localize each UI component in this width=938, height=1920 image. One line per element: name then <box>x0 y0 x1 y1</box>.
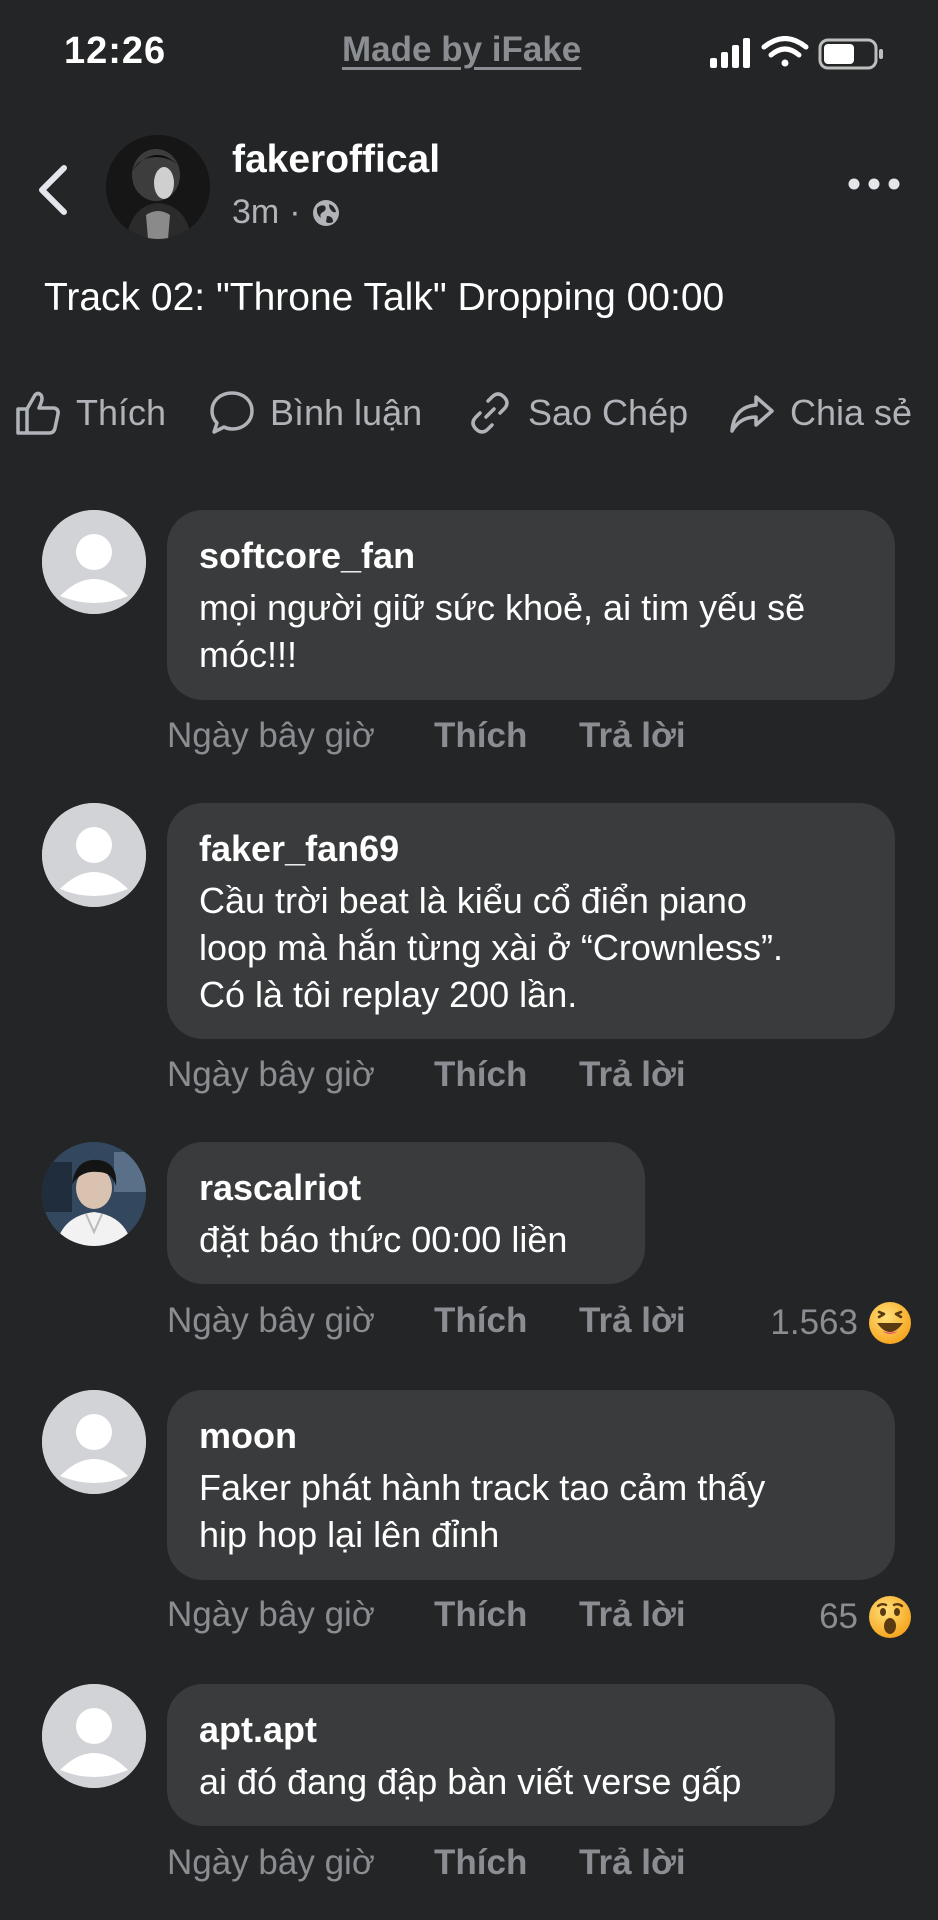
more-options-button[interactable] <box>846 172 902 196</box>
comment-line: đặt báo thức 00:00 liền <box>199 1219 568 1260</box>
comment-like-button[interactable]: Thích <box>434 716 527 756</box>
comment-line: Faker phát hành track tao cảm thấy <box>199 1467 766 1508</box>
user-photo <box>42 1142 146 1246</box>
comment-reply-button[interactable]: Trả lời <box>579 1595 686 1635</box>
share-button[interactable]: Chia sẻ <box>728 385 912 441</box>
comment-time: Ngày bây giờ <box>167 1301 375 1340</box>
comment-bubble[interactable]: rascalriot đặt báo thức 00:00 liền <box>167 1142 645 1284</box>
wow-emoji-icon <box>869 1596 911 1638</box>
comment-text: đặt báo thức 00:00 liền <box>199 1216 613 1263</box>
post-actions: Thích Bình luận Sao Chép Chia sẻ <box>14 385 938 441</box>
user-silhouette-icon <box>42 1390 146 1494</box>
status-center-text: Made by iFake <box>342 30 582 69</box>
default-avatar[interactable] <box>42 1684 146 1788</box>
thumbs-up-icon <box>16 391 60 435</box>
comment-reply-button[interactable]: Trả lời <box>579 716 686 756</box>
comment-label: Bình luận <box>270 392 423 433</box>
default-avatar[interactable] <box>42 1390 146 1494</box>
like-label: Thích <box>76 392 167 433</box>
chevron-left-icon <box>39 165 67 215</box>
comment-text: mọi người giữ sức khoẻ, ai tim yếu sẽ mó… <box>199 584 863 678</box>
comment-line: mọi người giữ sức khoẻ, ai tim yếu sẽ <box>199 587 806 628</box>
comment-line: Có là tôi replay 200 lần. <box>199 974 578 1015</box>
status-bar: 12:26 Made by iFake <box>0 0 938 100</box>
share-arrow-icon <box>730 395 774 433</box>
comment-reply-button[interactable]: Trả lời <box>579 1301 686 1341</box>
author-avatar[interactable] <box>106 135 210 239</box>
comment-bubble[interactable]: softcore_fan mọi người giữ sức khoẻ, ai … <box>167 510 895 700</box>
post-meta: 3m · <box>232 193 341 232</box>
post-text: Track 02: "Throne Talk" Dropping 00:00 <box>44 276 725 319</box>
comment-line: ai đó đang đập bàn viết verse gấp <box>199 1761 742 1802</box>
commenter-name[interactable]: faker_fan69 <box>199 827 863 871</box>
comment-line: móc!!! <box>199 634 298 675</box>
comment-like-button[interactable]: Thích <box>434 1301 527 1341</box>
comment-bubble[interactable]: faker_fan69 Cầu trời beat là kiểu cổ điể… <box>167 803 895 1039</box>
comment-reply-button[interactable]: Trả lời <box>579 1843 686 1883</box>
copy-label: Sao Chép <box>528 392 689 433</box>
comment-time: Ngày bây giờ <box>167 1055 375 1094</box>
status-icons <box>710 36 890 77</box>
comment-bubble[interactable]: apt.apt ai đó đang đập bàn viết verse gấ… <box>167 1684 835 1826</box>
battery-icon <box>818 38 883 70</box>
comment-text: Faker phát hành track tao cảm thấy hip h… <box>199 1464 863 1558</box>
user-photo-avatar[interactable] <box>42 1142 146 1246</box>
share-label: Chia sẻ <box>790 392 913 433</box>
user-silhouette-icon <box>42 1684 146 1788</box>
wifi-icon <box>761 36 809 67</box>
meta-separator: · <box>289 193 301 231</box>
comment-button[interactable]: Bình luận <box>208 385 422 441</box>
commenter-name[interactable]: apt.apt <box>199 1708 803 1752</box>
comment-time: Ngày bây giờ <box>167 716 375 755</box>
comment-reply-button[interactable]: Trả lời <box>579 1055 686 1095</box>
comment-line: loop mà hắn từng xài ở “Crownless”. <box>199 927 783 968</box>
reaction-summary[interactable]: 65 <box>819 1594 912 1640</box>
comment-line: hip hop lại lên đỉnh <box>199 1514 500 1555</box>
commenter-name[interactable]: softcore_fan <box>199 534 863 578</box>
post-age: 3m <box>232 193 280 231</box>
back-button[interactable] <box>34 160 74 220</box>
signal-icon <box>710 38 750 68</box>
reaction-count: 65 <box>819 1597 858 1636</box>
like-button[interactable]: Thích <box>14 385 166 441</box>
commenter-name[interactable]: moon <box>199 1414 863 1458</box>
more-dots-icon <box>848 178 900 190</box>
comment-text: ai đó đang đập bàn viết verse gấp <box>199 1758 803 1805</box>
comment-line: Cầu trời beat là kiểu cổ điển piano <box>199 880 747 921</box>
author-name[interactable]: fakeroffical <box>232 138 440 182</box>
comment-like-button[interactable]: Thích <box>434 1595 527 1635</box>
globe-icon <box>312 199 339 226</box>
reaction-summary[interactable]: 1.563 <box>770 1300 912 1346</box>
comment-time: Ngày bây giờ <box>167 1843 375 1882</box>
haha-emoji-icon <box>869 1302 911 1344</box>
default-avatar[interactable] <box>42 803 146 907</box>
status-time: 12:26 <box>64 30 167 72</box>
commenter-name[interactable]: rascalriot <box>199 1166 613 1210</box>
comment-bubble[interactable]: moon Faker phát hành track tao cảm thấy … <box>167 1390 895 1580</box>
comment-bubble-icon <box>210 391 254 434</box>
comment-like-button[interactable]: Thích <box>434 1055 527 1095</box>
reaction-count: 1.563 <box>770 1303 858 1342</box>
comment-like-button[interactable]: Thích <box>434 1843 527 1883</box>
user-silhouette-icon <box>42 803 146 907</box>
copy-link-button[interactable]: Sao Chép <box>466 385 688 441</box>
comment-time: Ngày bây giờ <box>167 1595 375 1634</box>
comment-text: Cầu trời beat là kiểu cổ điển piano loop… <box>199 877 863 1018</box>
link-icon <box>471 392 509 434</box>
user-silhouette-icon <box>42 510 146 614</box>
default-avatar[interactable] <box>42 510 146 614</box>
